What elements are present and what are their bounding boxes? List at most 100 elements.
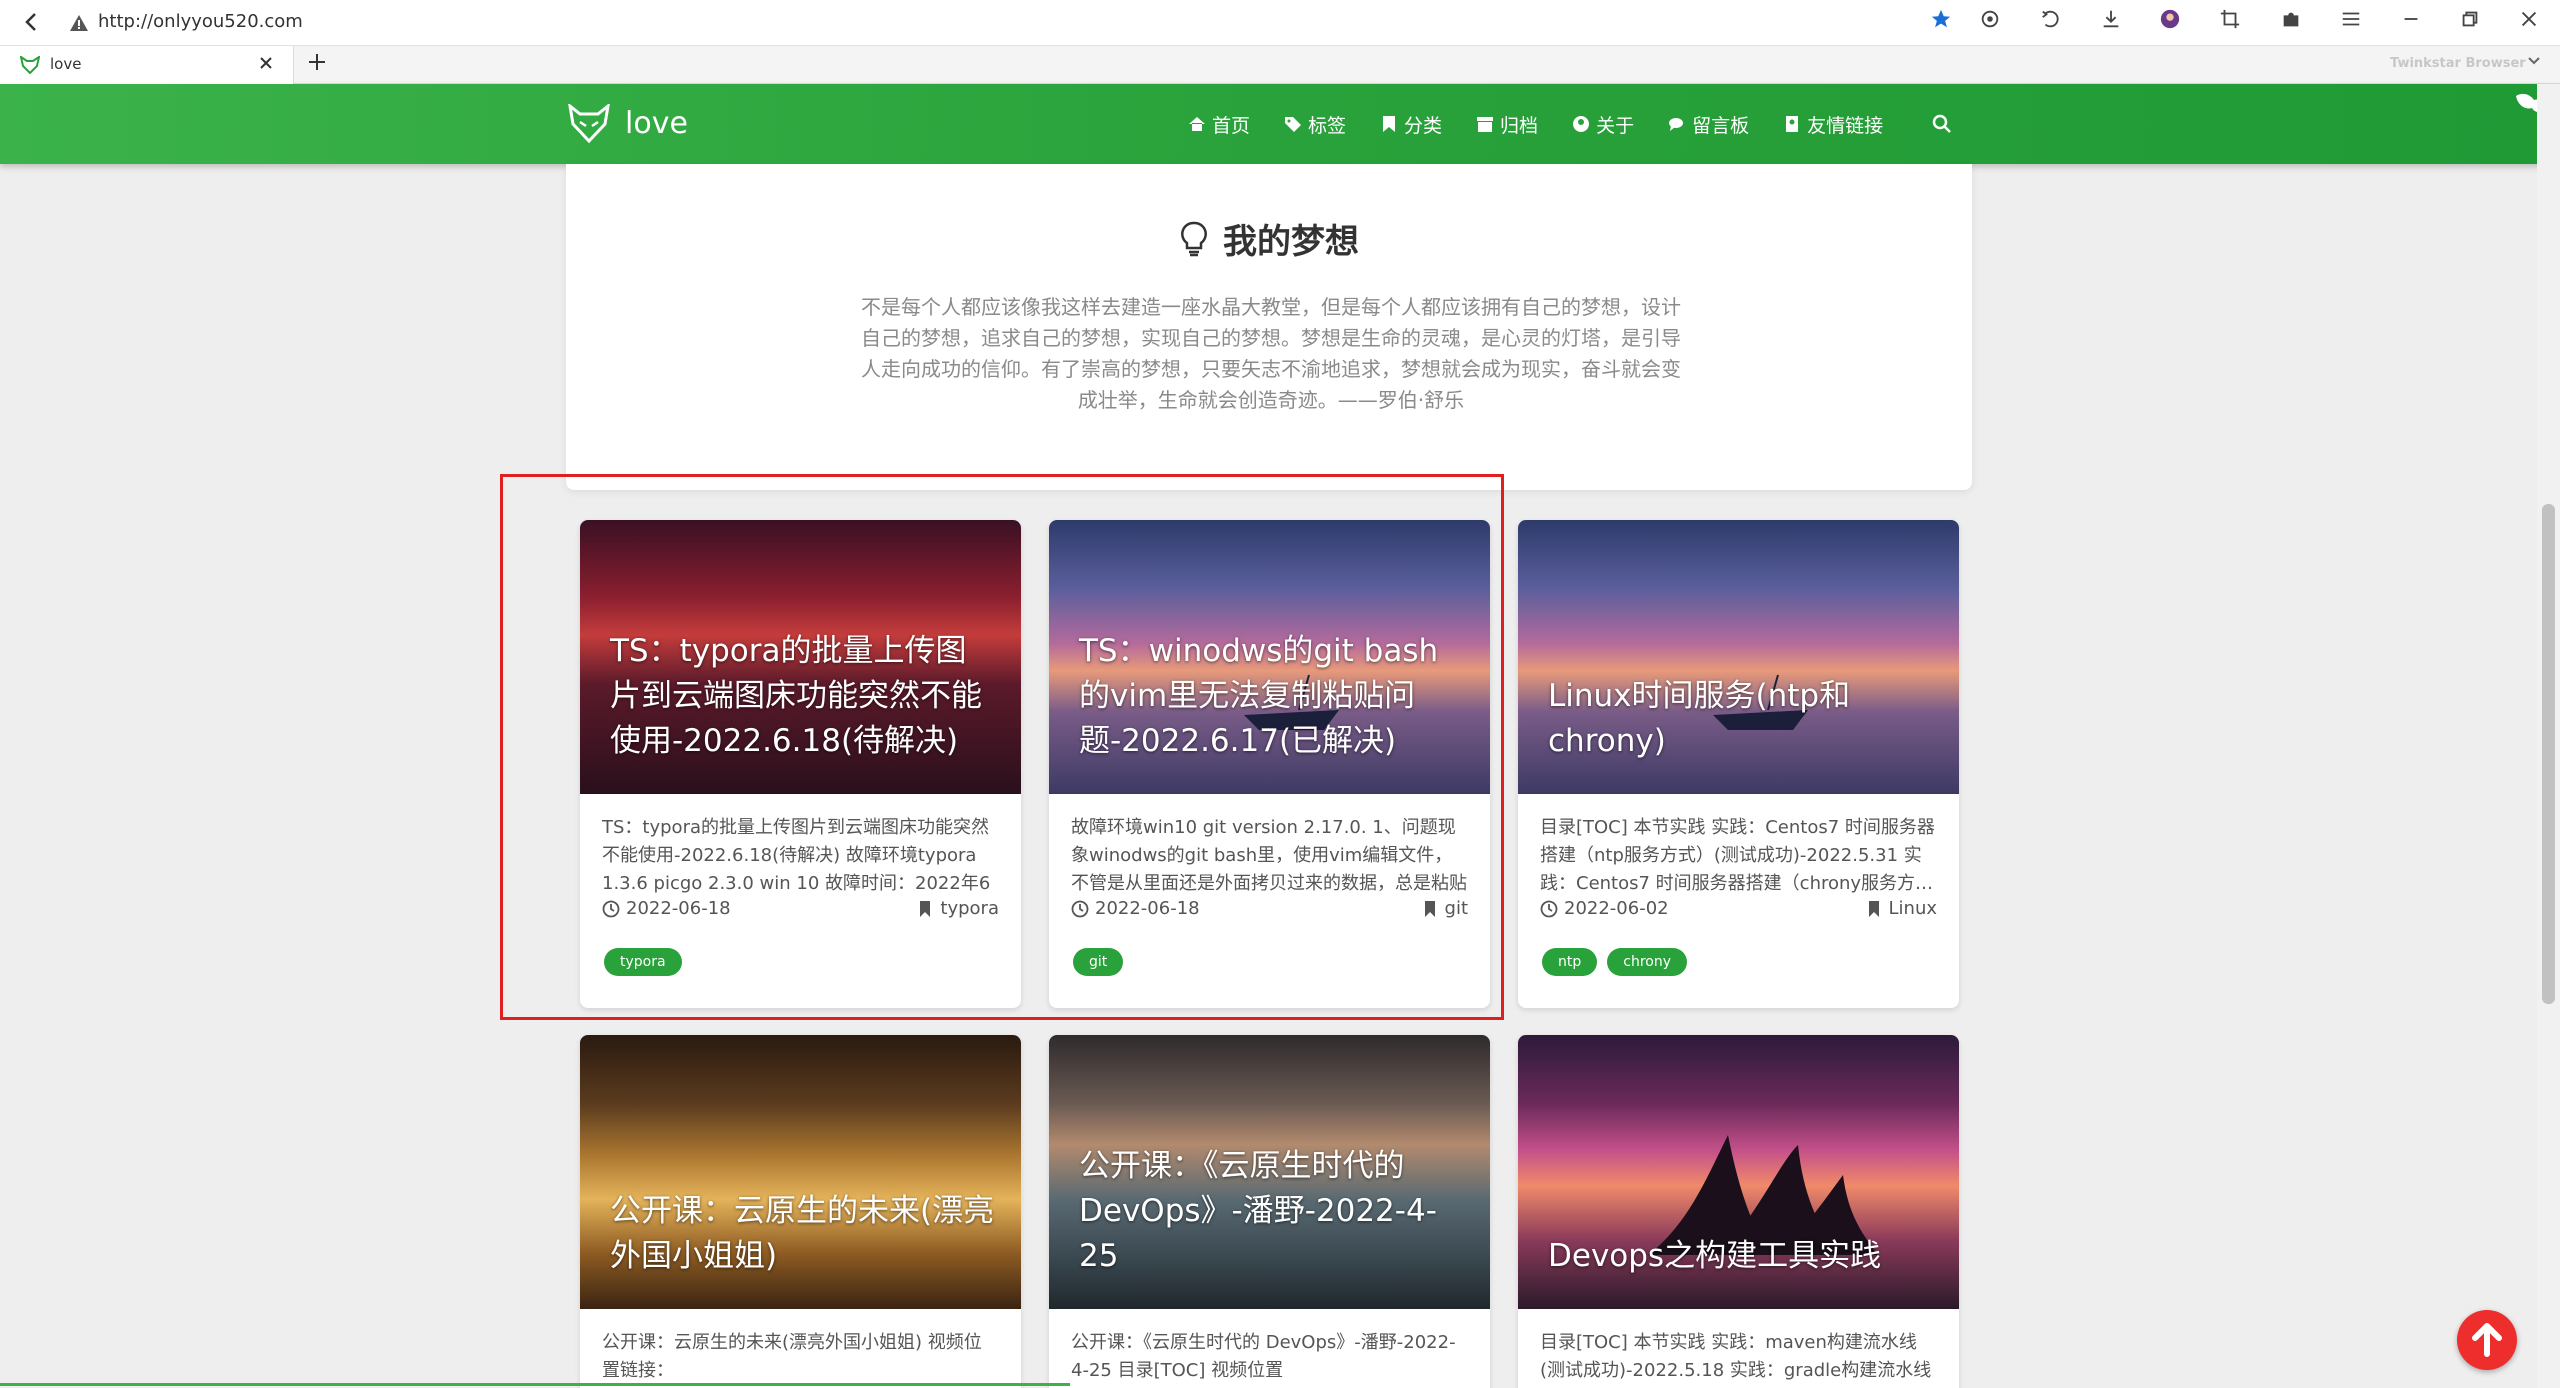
tab-title: love — [50, 55, 82, 73]
minimize-button[interactable] — [2396, 8, 2426, 38]
post-summary: 公开课：《云原生时代的 DevOps》-潘野-2022-4-25 目录[TOC]… — [1071, 1332, 1456, 1381]
undo-icon — [2042, 10, 2059, 28]
tab-close-button[interactable] — [258, 52, 274, 76]
bookmark-icon — [1868, 900, 1879, 917]
fox-logo-icon[interactable] — [567, 104, 611, 144]
tab-love[interactable]: love — [0, 46, 294, 84]
site-header: love 首页 标签 分类 归档 关于 留言板 友情链接 — [0, 84, 2560, 164]
nav-categories-label: 分类 — [1404, 114, 1443, 137]
restore-icon — [2462, 11, 2478, 27]
nav-tags[interactable]: 标签 — [1284, 111, 1346, 138]
browser-toolbar: http://onlyyou520.com — [0, 0, 2560, 46]
tab-bar: love Twinkstar Browser — [0, 46, 2560, 84]
page-scrollbar[interactable] — [2537, 84, 2560, 1388]
site-logo-text[interactable]: love — [625, 106, 688, 141]
clock-icon — [1540, 900, 1558, 917]
plus-icon — [309, 54, 325, 70]
extension-avatar-button[interactable] — [2155, 8, 2185, 38]
puzzle-icon — [2283, 12, 2299, 27]
close-window-button[interactable] — [2514, 8, 2544, 38]
post-card[interactable]: 公开课：《云原生时代的DevOps》-潘野-2022-4-25 公开课：《云原生… — [1049, 1035, 1490, 1388]
nav-about-label: 关于 — [1596, 114, 1635, 137]
post-summary: 公开课：云原生的未来(漂亮外国小姐姐) 视频位置链接：https://pan.b… — [602, 1332, 982, 1381]
nav-archive-label: 归档 — [1500, 114, 1539, 137]
lightbulb-icon — [1181, 221, 1207, 257]
post-cover-image[interactable]: 公开课：云原生的未来(漂亮外国小姐姐) — [580, 1035, 1021, 1309]
post-title[interactable]: Devops之构建工具实践 — [1548, 1234, 1935, 1279]
dream-heading: 我的梦想 — [566, 214, 1972, 263]
search-icon[interactable] — [1932, 114, 1952, 134]
post-title[interactable]: 公开课：《云原生时代的DevOps》-潘野-2022-4-25 — [1079, 1144, 1466, 1279]
back-button[interactable] — [18, 8, 46, 36]
nav-home[interactable]: 首页 — [1188, 111, 1250, 138]
nav-guestbook[interactable]: 留言板 — [1668, 111, 1749, 138]
nav-categories[interactable]: 分类 — [1380, 111, 1442, 138]
comments-icon — [1669, 118, 1684, 131]
post-cover-image[interactable]: 公开课：《云原生时代的DevOps》-潘野-2022-4-25 — [1049, 1035, 1490, 1309]
dream-quote: 不是每个人都应该像我这样去建造一座水晶大教堂，但是每个人都应该拥有自己的梦想，设… — [861, 295, 1681, 412]
user-circle-icon — [1573, 116, 1590, 132]
post-title[interactable]: 公开课：云原生的未来(漂亮外国小姐姐) — [610, 1189, 997, 1279]
download-icon — [2103, 10, 2119, 28]
post-card[interactable]: Linux时间服务(ntp和chrony) 目录[TOC] 本节实践 实践：Ce… — [1518, 520, 1959, 1008]
close-icon — [260, 57, 272, 69]
bookmark-icon — [1383, 116, 1396, 132]
post-cover-image[interactable]: Devops之构建工具实践 — [1518, 1035, 1959, 1309]
address-url[interactable]: http://onlyyou520.com — [98, 10, 303, 34]
chevron-down-icon — [2528, 57, 2540, 65]
arrow-up-icon — [2472, 1323, 2502, 1357]
menu-button[interactable] — [2336, 8, 2366, 38]
post-card[interactable]: 公开课：云原生的未来(漂亮外国小姐姐) 公开课：云原生的未来(漂亮外国小姐姐) … — [580, 1035, 1021, 1388]
main-nav: 首页 标签 分类 归档 关于 留言板 友情链接 — [1188, 84, 1883, 164]
nav-friend-links-label: 友情链接 — [1807, 114, 1884, 137]
not-secure-warning-icon[interactable] — [68, 12, 90, 34]
post-category-text[interactable]: Linux — [1889, 898, 1938, 919]
back-to-top-button[interactable] — [2457, 1310, 2517, 1370]
nav-tags-label: 标签 — [1308, 114, 1347, 137]
tags-icon — [1285, 117, 1302, 132]
post-meta: 2022-06-02 Linux — [1540, 898, 1937, 930]
restore-button[interactable] — [2455, 8, 2485, 38]
sync-icon — [1981, 10, 1999, 28]
download-button[interactable] — [2096, 8, 2126, 38]
post-tags: ntp chrony — [1518, 930, 1959, 976]
post-category[interactable]: Linux — [1865, 898, 1938, 919]
tab-list-button[interactable] — [2526, 52, 2542, 72]
highlight-box — [500, 474, 1504, 1020]
extension-avatar-icon — [2160, 9, 2180, 29]
new-tab-button[interactable] — [306, 49, 328, 79]
address-book-icon — [1786, 116, 1799, 132]
page-progress-bar — [0, 1383, 1070, 1386]
archive-icon — [1477, 117, 1494, 132]
sync-button[interactable] — [1975, 8, 2005, 38]
nav-archive[interactable]: 归档 — [1476, 111, 1538, 138]
nav-guestbook-label: 留言板 — [1692, 114, 1750, 137]
star-icon — [1931, 9, 1951, 28]
undo-button[interactable] — [2036, 8, 2066, 38]
scrollbar-thumb[interactable] — [2542, 504, 2555, 1004]
fox-favicon-icon — [20, 56, 40, 74]
crop-icon — [2220, 9, 2240, 29]
close-icon — [2521, 11, 2537, 27]
home-icon — [1189, 117, 1205, 131]
dream-title-text: 我的梦想 — [1223, 222, 1359, 262]
hamburger-menu-icon — [2342, 12, 2360, 26]
post-card[interactable]: Devops之构建工具实践 目录[TOC] 本节实践 实践：maven构建流水线… — [1518, 1035, 1959, 1388]
post-date: 2022-06-02 — [1540, 898, 1669, 919]
browser-brand: Twinkstar Browser — [2390, 56, 2526, 71]
nav-friend-links[interactable]: 友情链接 — [1783, 111, 1883, 138]
post-summary: 目录[TOC] 本节实践 实践：maven构建流水线(测试成功)-2022.5.… — [1540, 1332, 1932, 1381]
post-date-text: 2022-06-02 — [1564, 898, 1669, 919]
nav-about[interactable]: 关于 — [1572, 111, 1634, 138]
tag-badge[interactable]: ntp — [1542, 948, 1598, 976]
screenshot-button[interactable] — [2215, 8, 2245, 38]
minimize-icon — [2404, 18, 2418, 20]
post-title[interactable]: Linux时间服务(ntp和chrony) — [1548, 674, 1935, 764]
tag-badge[interactable]: chrony — [1607, 948, 1687, 976]
dream-section: 我的梦想 不是每个人都应该像我这样去建造一座水晶大教堂，但是每个人都应该拥有自己… — [566, 164, 1972, 490]
bookmark-star-button[interactable] — [1926, 8, 1956, 38]
post-cover-image[interactable]: Linux时间服务(ntp和chrony) — [1518, 520, 1959, 794]
extensions-button[interactable] — [2276, 8, 2306, 38]
post-summary: 目录[TOC] 本节实践 实践：Centos7 时间服务器搭建（ntp服务方式）… — [1540, 817, 1935, 894]
nav-home-label: 首页 — [1212, 114, 1251, 137]
